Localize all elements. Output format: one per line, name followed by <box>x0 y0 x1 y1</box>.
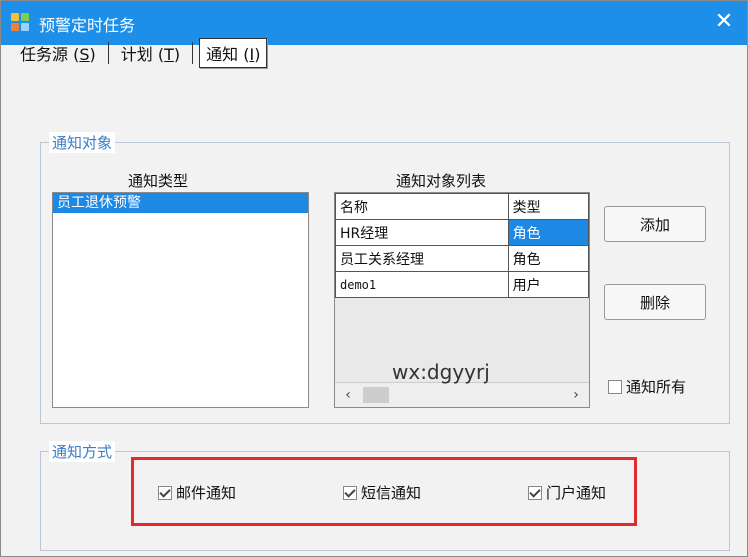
checkbox-box[interactable] <box>158 485 172 500</box>
table-row[interactable]: demo1 用户 <box>335 271 590 298</box>
cell-name[interactable]: HR经理 <box>335 219 509 246</box>
notify-all-checkbox[interactable]: 通知所有 <box>608 376 686 397</box>
tab-label: 计划 <box>120 45 153 64</box>
list-item[interactable]: 员工退休预警 <box>53 193 308 213</box>
cell-name[interactable]: 员工关系经理 <box>335 245 509 272</box>
group-title: 通知对象 <box>49 132 116 153</box>
group-title: 通知方式 <box>49 441 116 462</box>
sms-notify-checkbox[interactable]: 短信通知 <box>343 482 421 503</box>
column-header-name[interactable]: 名称 <box>335 193 509 220</box>
scroll-right-icon[interactable]: › <box>567 385 585 405</box>
tab-shortcut: I <box>249 45 255 64</box>
add-button[interactable]: 添加 <box>604 206 706 242</box>
cell-type[interactable]: 角色 <box>507 219 590 246</box>
tab-shortcut: S <box>79 45 90 64</box>
delete-button[interactable]: 删除 <box>604 284 706 320</box>
horizontal-scrollbar[interactable]: ‹ › <box>335 382 589 407</box>
tab-task-source[interactable]: 任务源 (S) <box>14 39 102 67</box>
checkbox-box[interactable] <box>343 485 357 500</box>
checkbox-label: 通知所有 <box>626 378 687 396</box>
scroll-thumb[interactable] <box>363 387 389 403</box>
cell-type[interactable]: 角色 <box>507 245 590 272</box>
tab-label: 通知 <box>206 45 239 64</box>
tab-divider <box>192 42 194 64</box>
tab-plan[interactable]: 计划 (T) <box>115 39 186 67</box>
close-icon[interactable]: ✕ <box>711 9 737 35</box>
table-row[interactable]: HR经理 角色 <box>335 219 590 246</box>
checkbox-label: 门户通知 <box>546 484 607 502</box>
checkbox-box[interactable] <box>528 485 542 500</box>
cell-type[interactable]: 用户 <box>507 271 590 298</box>
tab-shortcut: T <box>164 45 174 64</box>
window-title: 预警定时任务 <box>39 16 136 35</box>
checkbox-label: 短信通知 <box>361 484 422 502</box>
checkbox-box[interactable] <box>608 379 622 394</box>
checkbox-label: 邮件通知 <box>176 484 237 502</box>
tab-label: 任务源 <box>20 45 69 64</box>
scroll-left-icon[interactable]: ‹ <box>339 385 357 405</box>
grid-header-row: 名称 类型 <box>335 193 590 220</box>
cell-name[interactable]: demo1 <box>335 271 509 298</box>
watermark-text: wx:dgyyrj <box>392 360 490 384</box>
notify-type-list[interactable]: 员工退休预警 <box>52 192 309 408</box>
app-grid-icon <box>11 13 31 33</box>
notify-list-label: 通知对象列表 <box>396 172 487 190</box>
email-notify-checkbox[interactable]: 邮件通知 <box>158 482 236 503</box>
notify-type-label: 通知类型 <box>128 172 189 190</box>
tab-notify[interactable]: 通知 (I) <box>199 38 268 68</box>
column-header-type[interactable]: 类型 <box>507 193 590 220</box>
table-row[interactable]: 员工关系经理 角色 <box>335 245 590 272</box>
tab-divider <box>107 42 109 64</box>
portal-notify-checkbox[interactable]: 门户通知 <box>528 482 606 503</box>
tab-bar: 任务源 (S) 计划 (T) 通知 (I) <box>14 38 268 68</box>
